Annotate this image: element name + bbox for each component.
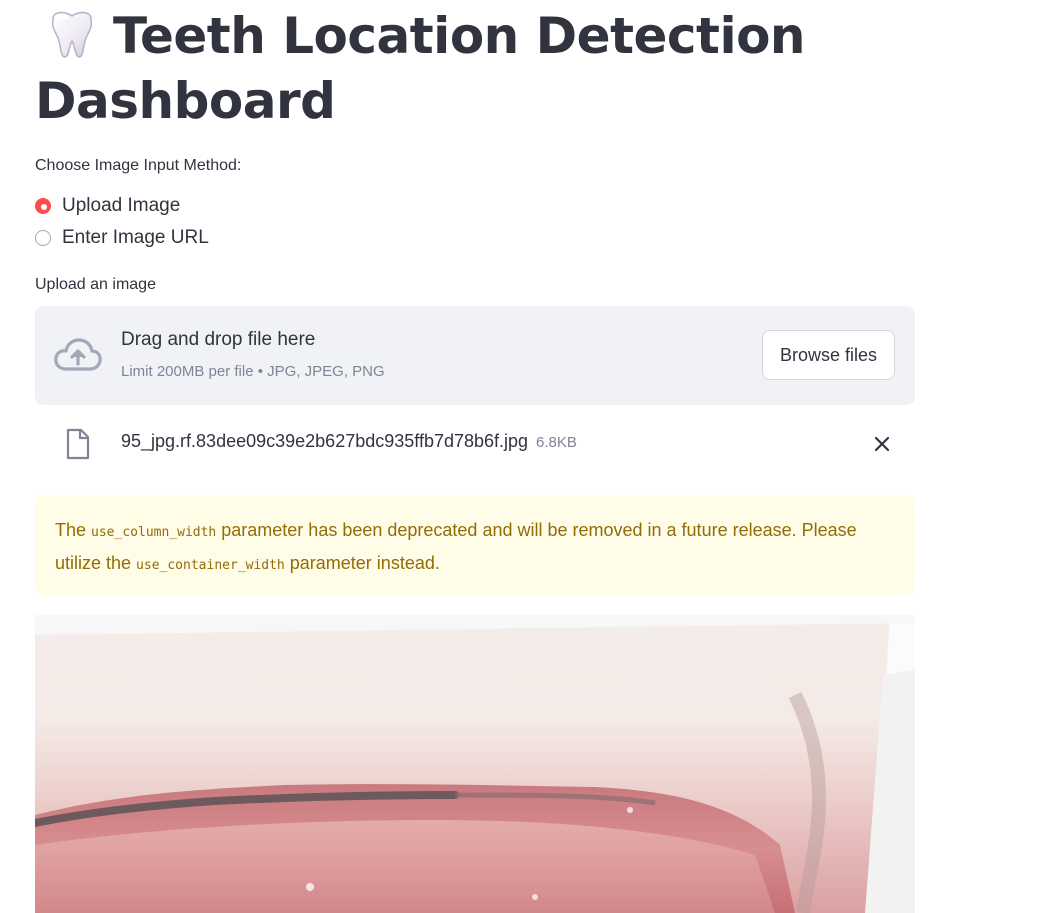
browse-files-button[interactable]: Browse files [762,330,895,380]
radio-upload-image-indicator[interactable] [35,198,51,214]
close-icon[interactable] [871,433,893,455]
dropzone-limit-text: Limit 200MB per file • JPG, JPEG, PNG [121,363,385,380]
deprecation-warning: The use_column_width parameter has been … [35,495,915,595]
tooth-icon [43,9,101,59]
title-line-2: Dashboard [35,72,336,130]
uploaded-file-row: 95_jpg.rf.83dee09c39e2b627bdc935ffb7d78b… [35,423,915,463]
uploaded-file-size: 6.8KB [536,434,577,451]
title-line-1: Teeth Location Detection [113,7,806,65]
app-page: Teeth Location Detection Dashboard Choos… [0,0,1040,913]
radio-upload-image-label: Upload Image [62,195,181,216]
cloud-upload-icon [54,337,102,373]
file-icon [65,428,91,460]
page-title: Teeth Location Detection Dashboard [35,0,915,134]
main-container: Teeth Location Detection Dashboard Choos… [35,0,915,913]
warning-text-1: The [55,520,92,540]
warning-code-2: use_container_width [136,558,285,573]
upload-label: Upload an image [35,276,156,293]
radio-enter-image-url[interactable]: Enter Image URL [35,222,209,254]
input-method-radio-group: Upload Image Enter Image URL [35,190,209,254]
radio-enter-image-url-label: Enter Image URL [62,227,209,248]
warning-code-1: use_column_width [91,525,217,540]
uploaded-image-preview [35,615,915,913]
radio-enter-image-url-indicator[interactable] [35,230,51,246]
dropzone-instructions: Drag and drop file here [121,329,316,350]
uploaded-file-name: 95_jpg.rf.83dee09c39e2b627bdc935ffb7d78b… [121,431,529,451]
radio-upload-image[interactable]: Upload Image [35,190,209,222]
input-method-label: Choose Image Input Method: [35,157,242,174]
uploaded-file-info: 95_jpg.rf.83dee09c39e2b627bdc935ffb7d78b… [121,431,577,452]
file-dropzone[interactable]: Drag and drop file here Limit 200MB per … [35,306,915,405]
warning-text-3: parameter instead. [284,553,440,573]
